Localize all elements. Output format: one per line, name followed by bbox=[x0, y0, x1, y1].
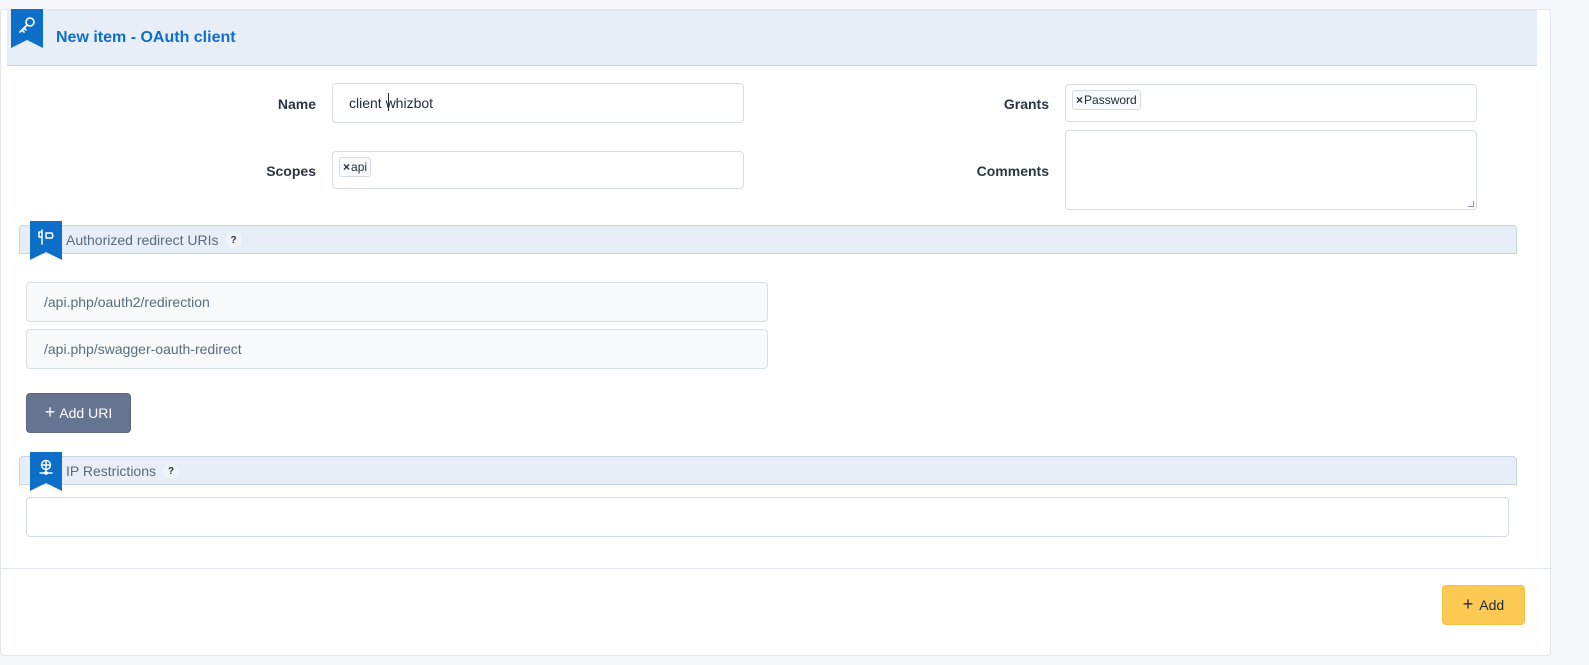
add-button[interactable]: + Add bbox=[1442, 585, 1525, 625]
network-icon bbox=[30, 452, 62, 491]
grants-select[interactable]: × Password bbox=[1065, 84, 1477, 122]
card-header: New item - OAuth client bbox=[7, 9, 1537, 66]
ip-restrictions-section-header: IP Restrictions ? bbox=[19, 452, 1517, 491]
tag-remove-icon[interactable]: × bbox=[1076, 93, 1083, 107]
grant-tag: × Password bbox=[1072, 90, 1141, 110]
redirect-uris-title: Authorized redirect URIs bbox=[66, 232, 219, 248]
ip-restrictions-title-wrap: IP Restrictions ? bbox=[66, 463, 179, 479]
grant-tag-label: Password bbox=[1084, 93, 1137, 107]
scopes-label: Scopes bbox=[266, 163, 316, 179]
comments-label: Comments bbox=[976, 163, 1049, 179]
plus-icon: + bbox=[1462, 594, 1474, 614]
text-caret bbox=[388, 93, 389, 111]
tag-remove-icon[interactable]: × bbox=[343, 160, 350, 174]
resize-handle-icon[interactable] bbox=[1468, 201, 1474, 207]
ip-restrictions-input[interactable] bbox=[26, 497, 1509, 537]
redirect-uri-value: /api.php/oauth2/redirection bbox=[44, 294, 210, 310]
add-uri-label: Add URI bbox=[59, 405, 113, 421]
redirect-uri-value: /api.php/swagger-oauth-redirect bbox=[44, 341, 242, 357]
scope-tag-label: api bbox=[351, 160, 368, 174]
add-button-label: Add bbox=[1479, 597, 1505, 613]
signpost-icon bbox=[30, 221, 62, 260]
scopes-select[interactable]: × api bbox=[332, 151, 744, 189]
name-input-value: client whizbot bbox=[349, 95, 434, 111]
grants-label: Grants bbox=[1003, 96, 1049, 112]
plus-icon: + bbox=[44, 402, 56, 422]
redirect-uris-title-wrap: Authorized redirect URIs ? bbox=[66, 232, 242, 248]
scope-tag: × api bbox=[339, 157, 372, 177]
page-title: New item - OAuth client bbox=[56, 29, 236, 46]
help-icon[interactable]: ? bbox=[163, 463, 179, 479]
name-input[interactable]: client whizbot bbox=[332, 83, 744, 123]
redirect-uris-section-header: Authorized redirect URIs ? bbox=[19, 221, 1517, 260]
footer-divider bbox=[1, 568, 1552, 569]
key-icon bbox=[11, 9, 43, 48]
oauth-client-form-card: New item - OAuth client Name client whiz… bbox=[0, 9, 1552, 656]
ip-restrictions-title: IP Restrictions bbox=[66, 463, 156, 479]
redirect-uri-field[interactable]: /api.php/oauth2/redirection bbox=[26, 282, 768, 322]
name-label: Name bbox=[277, 96, 316, 112]
comments-textarea[interactable] bbox=[1065, 130, 1477, 210]
redirect-uri-field[interactable]: /api.php/swagger-oauth-redirect bbox=[26, 329, 768, 369]
add-uri-button[interactable]: + Add URI bbox=[26, 393, 131, 433]
help-icon[interactable]: ? bbox=[225, 232, 242, 248]
